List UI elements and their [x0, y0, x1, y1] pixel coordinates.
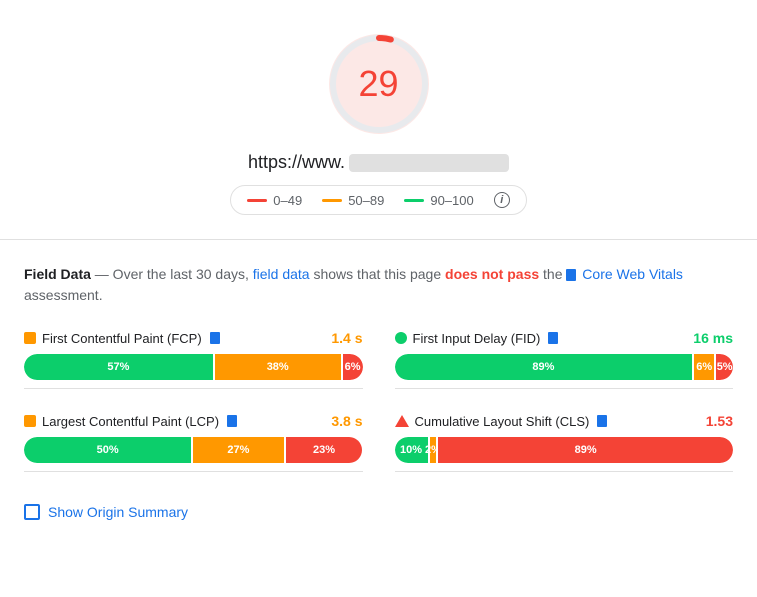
field-data-fail: does not pass [445, 266, 539, 282]
info-icon[interactable]: i [494, 192, 510, 208]
fcp-bar-green: 57% [24, 354, 213, 380]
fid-badge [548, 332, 558, 344]
metric-card-fid: First Input Delay (FID) 16 ms 89% 6% 5% [395, 322, 734, 389]
fid-bar: 89% 6% 5% [395, 354, 734, 380]
metric-title-fid: First Input Delay (FID) [395, 331, 559, 346]
fcp-bar-orange: 38% [215, 354, 341, 380]
fid-icon [395, 332, 407, 344]
legend-label-red: 0–49 [273, 193, 302, 208]
fid-bar-red: 5% [716, 354, 733, 380]
fcp-bar-red: 6% [343, 354, 363, 380]
field-data-desc-end: assessment. [24, 287, 103, 303]
cls-value: 1.53 [706, 413, 733, 429]
lcp-label: Largest Contentful Paint (LCP) [42, 414, 219, 429]
fid-label: First Input Delay (FID) [413, 331, 541, 346]
lcp-bar: 50% 27% 23% [24, 437, 363, 463]
url-masked [349, 154, 509, 172]
fcp-label: First Contentful Paint (FCP) [42, 331, 202, 346]
lcp-bar-red: 23% [286, 437, 363, 463]
cls-bar-green: 10% [395, 437, 428, 463]
metric-card-lcp: Largest Contentful Paint (LCP) 3.8 s 50%… [24, 405, 363, 472]
lcp-icon [24, 415, 36, 427]
legend-item-orange: 50–89 [322, 193, 384, 208]
fid-value: 16 ms [693, 330, 733, 346]
field-data-link[interactable]: field data [253, 266, 310, 282]
legend-dot-orange [322, 199, 342, 202]
field-data-desc-mid: shows that this page [313, 266, 445, 282]
cls-bar-red: 89% [438, 437, 733, 463]
field-data-header: Field Data — Over the last 30 days, fiel… [24, 264, 733, 306]
metric-title-cls: Cumulative Layout Shift (CLS) [395, 414, 608, 429]
score-section: 29 https://www. 0–49 50–89 90–100 i [0, 0, 757, 231]
metric-title-lcp: Largest Contentful Paint (LCP) [24, 414, 237, 429]
legend-label-orange: 50–89 [348, 193, 384, 208]
fid-bar-orange: 6% [694, 354, 714, 380]
metric-title-fcp: First Contentful Paint (FCP) [24, 331, 220, 346]
metrics-grid: First Contentful Paint (FCP) 1.4 s 57% 3… [24, 322, 733, 472]
cls-bar: 10% 2% 89% [395, 437, 734, 463]
section-divider [0, 239, 757, 240]
field-data-title: Field Data [24, 266, 91, 282]
lcp-badge [227, 415, 237, 427]
origin-summary-checkbox[interactable] [24, 504, 40, 520]
lcp-bar-green: 50% [24, 437, 191, 463]
cls-label: Cumulative Layout Shift (CLS) [415, 414, 590, 429]
fcp-bar: 57% 38% 6% [24, 354, 363, 380]
metric-header-lcp: Largest Contentful Paint (LCP) 3.8 s [24, 413, 363, 429]
origin-summary-label[interactable]: Show Origin Summary [48, 504, 188, 520]
fcp-icon [24, 332, 36, 344]
legend-item-red: 0–49 [247, 193, 302, 208]
metric-card-fcp: First Contentful Paint (FCP) 1.4 s 57% 3… [24, 322, 363, 389]
legend-label-green: 90–100 [430, 193, 473, 208]
score-gauge: 29 [319, 24, 439, 144]
legend-dot-red [247, 199, 267, 202]
field-data-desc-post: the [543, 266, 566, 282]
fcp-value: 1.4 s [331, 330, 362, 346]
metric-card-cls: Cumulative Layout Shift (CLS) 1.53 10% 2… [395, 405, 734, 472]
url-display: https://www. [248, 152, 509, 173]
score-value: 29 [358, 63, 398, 105]
cls-bar-orange: 2% [430, 437, 437, 463]
legend-item-green: 90–100 [404, 193, 473, 208]
lcp-value: 3.8 s [331, 413, 362, 429]
score-legend: 0–49 50–89 90–100 i [230, 185, 526, 215]
metric-header-cls: Cumulative Layout Shift (CLS) 1.53 [395, 413, 734, 429]
cwv-icon [566, 269, 576, 281]
fcp-badge [210, 332, 220, 344]
field-data-section: Field Data — Over the last 30 days, fiel… [0, 248, 757, 488]
url-prefix: https://www. [248, 152, 345, 173]
legend-dot-green [404, 199, 424, 202]
fid-bar-green: 89% [395, 354, 693, 380]
lcp-bar-orange: 27% [193, 437, 283, 463]
origin-summary-section: Show Origin Summary [0, 488, 757, 536]
cls-badge [597, 415, 607, 427]
metric-header-fcp: First Contentful Paint (FCP) 1.4 s [24, 330, 363, 346]
metric-header-fid: First Input Delay (FID) 16 ms [395, 330, 734, 346]
field-data-desc-pre: — Over the last 30 days, [95, 266, 253, 282]
cwv-link[interactable]: Core Web Vitals [582, 266, 683, 282]
cls-icon [395, 415, 409, 427]
